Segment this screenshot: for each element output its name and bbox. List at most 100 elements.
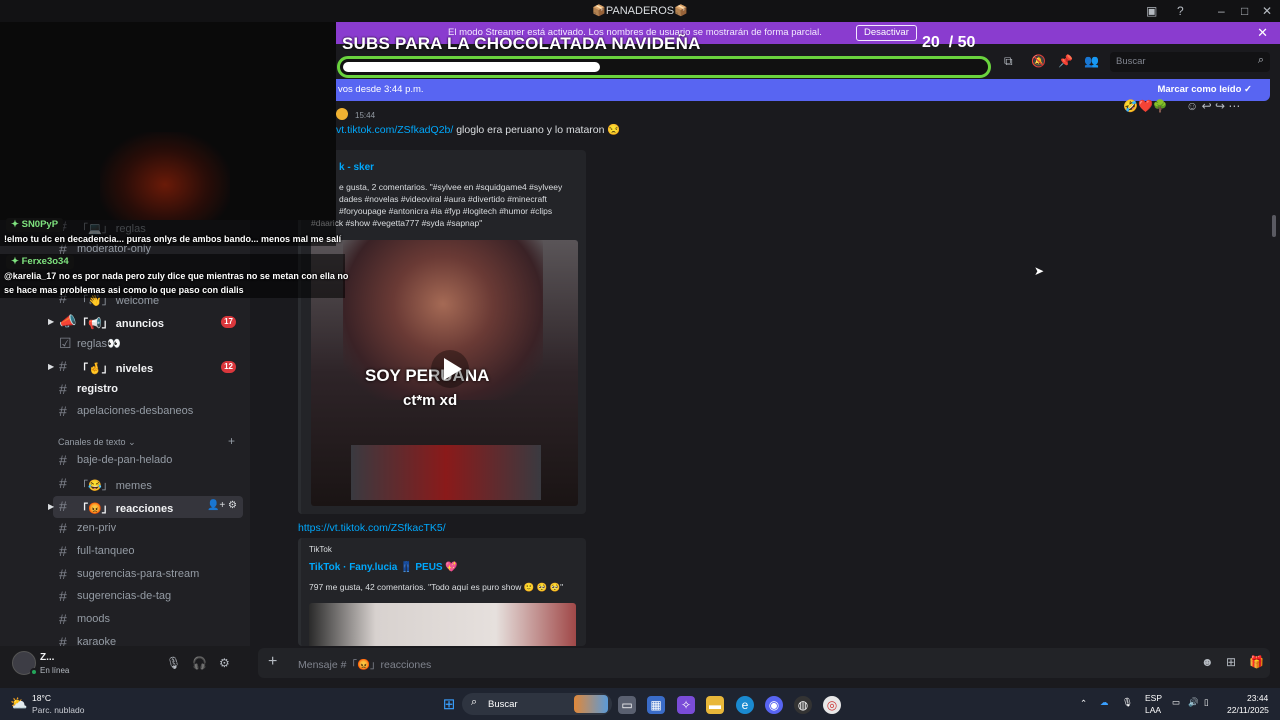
video-player[interactable]: SOY PERUANA ct*m xd xyxy=(311,240,578,506)
message-link[interactable]: vt.tiktok.com/ZSfkadQ2b/ xyxy=(336,124,453,136)
minimize-icon[interactable]: – xyxy=(1218,4,1225,18)
play-icon[interactable] xyxy=(431,350,469,388)
weather-temperature: 18°C xyxy=(32,693,51,703)
unread-indicator: ▶ xyxy=(48,362,55,371)
channel-name: zen-priv xyxy=(77,522,117,534)
add-channel-icon[interactable]: + xyxy=(228,434,235,448)
channel-memes[interactable]: # 「😂」 memes xyxy=(48,473,248,495)
channel-anuncios[interactable]: ▶ 📣 「📢」 anuncios 17 xyxy=(48,311,248,333)
stream-chat-message: !elmo tu dc en decadencia... puras onlys… xyxy=(4,234,342,244)
message-actions[interactable]: ☺ ↩ ↪ ⋯ xyxy=(1186,99,1240,113)
emoji-icon[interactable]: ☻ xyxy=(1201,655,1214,669)
stream-chat-message: @karelia_17 no es por nada pero zuly dic… xyxy=(4,271,349,281)
close-window-icon[interactable]: ✕ xyxy=(1262,4,1272,18)
settings-gear-icon[interactable]: ⚙ xyxy=(219,656,230,670)
pin-icon[interactable]: 📌 xyxy=(1058,54,1073,68)
search-box[interactable]: Buscar ⌕ xyxy=(1110,52,1270,72)
apps-icon[interactable]: ⊞ xyxy=(1226,655,1236,669)
channel-registro[interactable]: # registro xyxy=(48,379,248,401)
channel-apelaciones-desbaneos[interactable]: # apelaciones-desbaneos xyxy=(48,401,248,423)
video-caption: SOY PERUANA xyxy=(365,366,490,385)
volume-icon[interactable]: 🔊 xyxy=(1188,697,1199,708)
embed-title[interactable]: TikTok · Fany.lucia 👖 PEUS 💖 xyxy=(309,562,458,573)
task-view-icon[interactable]: ▭ xyxy=(618,696,636,714)
hash-icon: # xyxy=(59,588,67,604)
video-player[interactable] xyxy=(309,603,576,646)
mark-as-read-button[interactable]: Marcar como leído ✓ xyxy=(1157,84,1252,95)
threads-icon[interactable]: ⧉ xyxy=(1004,54,1013,69)
onedrive-icon[interactable]: ☁ xyxy=(1100,697,1109,708)
embed-desc-line: e gusta, 2 comentarios. "#sylvee en #squ… xyxy=(339,182,563,192)
channel-zen-priv[interactable]: # zen-priv xyxy=(48,518,248,540)
embed-title[interactable]: k - sker xyxy=(339,162,374,173)
disable-streamer-button[interactable]: Desactivar xyxy=(856,25,917,41)
channel-name: registro xyxy=(77,383,118,395)
help-icon[interactable]: ? xyxy=(1177,4,1184,18)
channel-reglas-eyes[interactable]: ☑ reglas👀 xyxy=(48,333,248,355)
taskbar-search[interactable]: ⌕ Buscar xyxy=(462,693,612,715)
file-explorer-icon[interactable]: ▬ xyxy=(706,696,724,714)
message-composer[interactable]: + Mensaje #「😡」reacciones ☻ ⊞ 🎁 xyxy=(258,648,1270,678)
selected-indicator: ▶ xyxy=(48,502,55,511)
channel-karaoke[interactable]: # karaoke xyxy=(48,632,248,646)
sub-goal-progress-bar xyxy=(337,56,991,78)
channel-settings-icons[interactable]: 👤+ ⚙ xyxy=(207,500,237,511)
mute-bell-icon[interactable]: 🔕 xyxy=(1031,54,1046,68)
channel-name: karaoke xyxy=(77,636,117,646)
channel-name: 「😂」 memes xyxy=(77,480,152,492)
embed-provider: TikTok xyxy=(309,545,332,554)
channel-baje-de-pan-helado[interactable]: # baje-de-pan-helado xyxy=(48,450,248,472)
members-icon[interactable]: 👥 xyxy=(1084,54,1099,68)
message-timestamp: 15:44 xyxy=(355,111,376,120)
new-messages-bar[interactable]: vos desde 3:44 p.m. Marcar como leído ✓ xyxy=(250,79,1270,101)
channel-sugerencias-de-tag[interactable]: # sugerencias-de-tag xyxy=(48,586,248,608)
gift-icon[interactable]: 🎁 xyxy=(1249,655,1264,669)
composer-placeholder: Mensaje #「😡」reacciones xyxy=(298,659,432,671)
hash-icon: # xyxy=(59,381,67,397)
edge-icon[interactable]: e xyxy=(736,696,754,714)
user-panel: Z... En línea 🎙 🎧 ⚙ xyxy=(0,646,250,680)
message-link[interactable]: https://vt.tiktok.com/ZSfkacTK5/ xyxy=(298,522,446,534)
reaction-bar[interactable]: 🤣❤️🌳 xyxy=(1123,99,1168,113)
mark-read-icon: ✓ xyxy=(1244,84,1252,95)
discord-icon[interactable]: ◉ xyxy=(765,696,783,714)
taskbar-search-label: Buscar xyxy=(488,699,518,710)
close-banner-icon[interactable]: ✕ xyxy=(1257,25,1268,41)
unread-indicator: ▶ xyxy=(48,317,55,326)
search-highlight-image xyxy=(574,695,608,713)
scrollbar-thumb[interactable] xyxy=(1272,215,1276,237)
embed-desc-line: #foryoupage #antonicra #ia #fyp #logitec… xyxy=(339,206,553,216)
category-text-channels[interactable]: Canales de texto ⌄ xyxy=(58,437,136,448)
channel-sugerencias-para-stream[interactable]: # sugerencias-para-stream xyxy=(48,564,248,586)
copilot-icon[interactable]: ✧ xyxy=(677,696,695,714)
mention-badge: 17 xyxy=(221,316,236,328)
channel-moods[interactable]: # moods xyxy=(48,609,248,631)
sub-goal-progress-fill xyxy=(343,62,600,72)
mention-badge: 12 xyxy=(221,361,236,373)
weather-icon[interactable]: ⛅ xyxy=(10,695,27,712)
app-icon[interactable]: ◍ xyxy=(794,696,812,714)
hash-icon: # xyxy=(59,566,67,582)
headphones-icon[interactable]: 🎧 xyxy=(192,656,207,670)
add-attachment-icon[interactable]: + xyxy=(268,653,277,671)
hash-icon: # xyxy=(59,498,67,514)
network-icon[interactable]: ▭ xyxy=(1172,697,1180,708)
chrome-icon[interactable]: ◎ xyxy=(823,696,841,714)
avatar[interactable] xyxy=(336,108,348,120)
channel-niveles[interactable]: ▶ # 「🤞」 niveles 12 xyxy=(48,356,248,378)
windows-start-icon[interactable]: ⊞ xyxy=(440,696,458,714)
mic-tray-icon[interactable]: 🎙 xyxy=(1122,697,1133,708)
clock-time[interactable]: 23:44 xyxy=(1247,693,1268,703)
microphone-icon[interactable]: 🎙 xyxy=(166,656,181,670)
battery-icon[interactable]: ▯ xyxy=(1204,697,1209,708)
title-bar: 📦PANADEROS📦 ▣ ? – □ ✕ xyxy=(0,0,1280,22)
inbox-icon[interactable]: ▣ xyxy=(1146,4,1157,18)
tray-chevron-icon[interactable]: ⌃ xyxy=(1080,698,1087,709)
channel-reacciones[interactable]: # 「😡」 reacciones 👤+ ⚙ xyxy=(53,496,243,518)
megaphone-icon: 📣 xyxy=(59,313,77,329)
language-indicator[interactable]: ESP xyxy=(1145,693,1162,703)
store-icon[interactable]: ▦ xyxy=(647,696,665,714)
maximize-icon[interactable]: □ xyxy=(1241,4,1248,18)
hash-icon: # xyxy=(59,403,67,419)
channel-full-tanqueo[interactable]: # full-tanqueo xyxy=(48,541,248,563)
